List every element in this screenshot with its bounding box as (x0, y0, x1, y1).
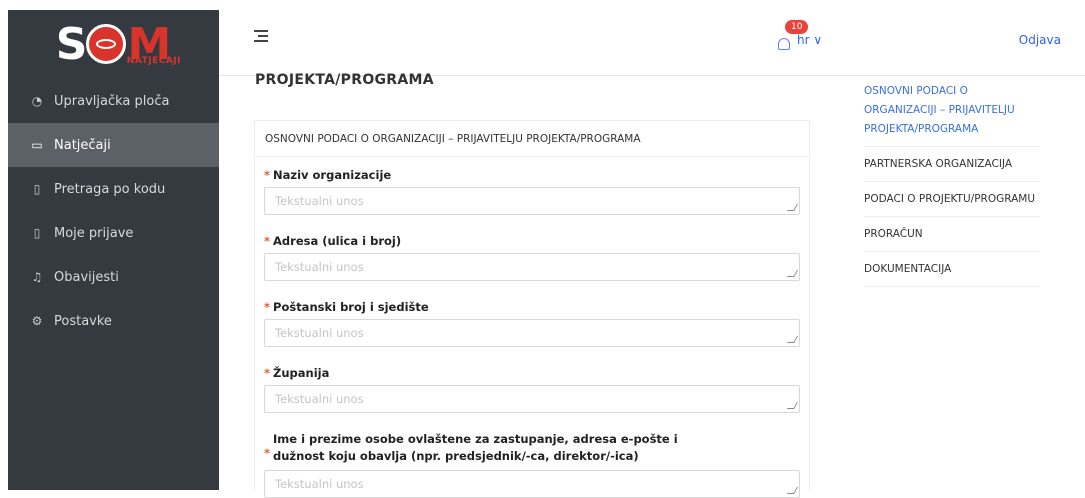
input-placeholder: Tekstualni unos (275, 477, 364, 491)
authorized-person-input[interactable]: Tekstualni unos (264, 470, 800, 498)
resize-handle-icon[interactable] (786, 270, 799, 277)
field-label: Poštanski broj i sjedište (273, 300, 429, 314)
sidebar-item-notifications[interactable]: ♫ Obavijesti (8, 255, 219, 299)
logout-link[interactable]: Odjava (1019, 33, 1061, 47)
brand-logo[interactable]: S M NATJEČAJI (8, 10, 219, 78)
sidebar-item-natjecaji[interactable]: ▭ Natječaji (8, 123, 219, 167)
sidebar-item-label: Moje prijave (54, 225, 134, 241)
top-bar: 10 hr ∨ Odjava (219, 10, 1085, 76)
folder-icon: ▭ (31, 138, 43, 152)
sidebar-item-label: Obavijesti (54, 269, 119, 285)
field-label: Ime i prezime osobe ovlaštene za zastupa… (273, 432, 678, 446)
sidebar-item-settings[interactable]: ⚙ Postavke (8, 299, 219, 343)
address-input[interactable]: Tekstualni unos (264, 253, 800, 281)
resize-handle-icon[interactable] (786, 336, 799, 343)
required-marker: * (264, 234, 271, 248)
resize-handle-icon[interactable] (786, 402, 799, 409)
toc-item-documentation[interactable]: DOKUMENTACIJA (864, 260, 1040, 287)
section-navigation: OSNOVNI PODACI O ORGANIZACIJI – PRIJAVIT… (864, 82, 1040, 295)
required-marker: * (264, 445, 271, 460)
notification-bell-icon[interactable] (778, 38, 790, 50)
required-marker: * (264, 168, 271, 182)
language-selector[interactable]: hr ∨ (797, 33, 822, 47)
toc-item-partner-organization[interactable]: PARTNERSKA ORGANIZACIJA (864, 155, 1040, 182)
field-county: * Županija Tekstualni unos (264, 366, 800, 413)
field-authorized-person: * Ime i prezime osobe ovlaštene za zastu… (264, 431, 800, 498)
resize-handle-icon[interactable] (786, 204, 799, 211)
sidebar: S M NATJEČAJI ◔ Upravljačka ploča ▭ Natj… (8, 10, 219, 490)
field-label: Naziv organizacije (273, 168, 392, 182)
menu-toggle-icon[interactable] (254, 30, 268, 42)
form-card: OSNOVNI PODACI O ORGANIZACIJI – PRIJAVIT… (254, 120, 810, 498)
page-heading: PROJEKTA/PROGRAMA (255, 72, 434, 88)
fish-logo-icon (86, 24, 127, 64)
sidebar-item-dashboard[interactable]: ◔ Upravljačka ploča (8, 79, 219, 123)
sidebar-item-search-by-code[interactable]: ▯ Pretraga po kodu (8, 167, 219, 211)
required-marker: * (264, 366, 271, 380)
sidebar-item-label: Upravljačka ploča (54, 93, 170, 109)
notification-count-badge: 10 (785, 20, 809, 34)
field-postal-code-city: * Poštanski broj i sjedište Tekstualni un… (264, 300, 800, 347)
field-label: Adresa (ulica i broj) (273, 234, 402, 248)
field-organization-name: * Naziv organizacije Tekstualni unos (264, 168, 800, 215)
toc-item-project-info[interactable]: PODACI O PROJEKTU/PROGRAMU (864, 190, 1040, 217)
input-placeholder: Tekstualni unos (275, 392, 364, 406)
section-title: OSNOVNI PODACI O ORGANIZACIJI – PRIJAVIT… (255, 121, 809, 157)
file-search-icon: ▯ (33, 182, 41, 196)
organization-name-input[interactable]: Tekstualni unos (264, 187, 800, 215)
gear-icon: ⚙ (31, 314, 43, 328)
input-placeholder: Tekstualni unos (275, 194, 364, 208)
toc-item-applicant-info[interactable]: OSNOVNI PODACI O ORGANIZACIJI – PRIJAVIT… (864, 82, 1040, 147)
logo-subtitle: NATJEČAJI (126, 56, 181, 66)
input-placeholder: Tekstualni unos (275, 260, 364, 274)
document-icon: ▯ (33, 226, 41, 240)
toc-item-budget[interactable]: PRORAČUN (864, 225, 1040, 252)
sidebar-item-label: Natječaji (54, 137, 111, 153)
county-input[interactable]: Tekstualni unos (264, 385, 800, 413)
sidebar-item-my-applications[interactable]: ▯ Moje prijave (8, 211, 219, 255)
field-label: dužnost koju obavlja (npr. predsjednik/-… (273, 449, 639, 463)
resize-handle-icon[interactable] (786, 487, 799, 494)
input-placeholder: Tekstualni unos (275, 326, 364, 340)
postal-code-city-input[interactable]: Tekstualni unos (264, 319, 800, 347)
bell-icon: ♫ (31, 270, 43, 284)
sidebar-item-label: Postavke (54, 313, 112, 329)
sidebar-item-label: Pretraga po kodu (54, 181, 166, 197)
required-marker: * (264, 300, 271, 314)
dashboard-icon: ◔ (31, 94, 43, 108)
field-label: Županija (273, 366, 330, 380)
field-address: * Adresa (ulica i broj) Tekstualni unos (264, 234, 800, 281)
